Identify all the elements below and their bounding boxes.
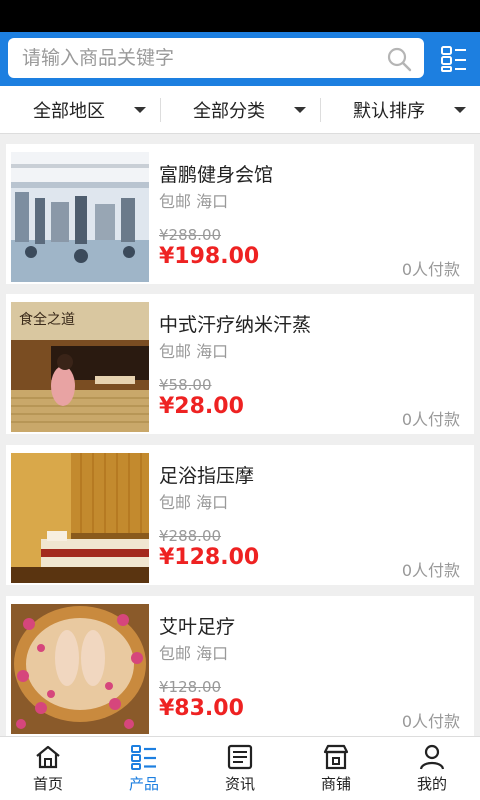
product-list: 富鹏健身会馆 包邮 海口 ¥288.00 ¥198.00 0人付款 食全之道 中… — [0, 140, 480, 736]
product-sales-count: 0人付款 — [401, 410, 460, 429]
product-original-price: ¥288.00 — [159, 226, 222, 244]
nav-home[interactable]: 首页 — [0, 737, 96, 800]
home-icon — [36, 745, 60, 769]
product-card[interactable]: 足浴指压摩 包邮 海口 ¥288.00 ¥128.00 0人付款 — [6, 445, 474, 585]
nav-products[interactable]: 产品 — [96, 737, 192, 800]
search-header — [0, 32, 480, 86]
product-price: ¥83.00 — [159, 696, 244, 721]
product-thumbnail-sauna: 食全之道 — [11, 302, 149, 432]
user-icon — [419, 744, 445, 770]
product-shipping-location: 包邮 海口 — [159, 644, 229, 663]
filter-category-label: 全部分类 — [193, 100, 265, 122]
nav-news[interactable]: 资讯 — [192, 737, 288, 800]
product-price: ¥128.00 — [159, 545, 260, 570]
product-sales-count: 0人付款 — [401, 712, 460, 731]
filter-region[interactable]: 全部地区 — [0, 86, 160, 133]
product-thumbnail-massage-room — [11, 453, 149, 583]
product-original-price: ¥128.00 — [159, 678, 222, 696]
nav-home-label: 首页 — [32, 775, 63, 793]
product-sales-count: 0人付款 — [401, 260, 460, 279]
product-card[interactable]: 食全之道 中式汗疗纳米汗蒸 包邮 海口 ¥58.00 ¥28.00 0人付款 — [6, 294, 474, 434]
nav-profile[interactable]: 我的 — [384, 737, 480, 800]
search-icon[interactable] — [386, 46, 412, 72]
shop-icon — [323, 744, 349, 770]
news-icon — [227, 744, 253, 770]
filter-region-label: 全部地区 — [33, 100, 105, 122]
product-shipping-location: 包邮 海口 — [159, 493, 229, 512]
caret-down-icon — [134, 107, 146, 113]
svg-text:食全之道: 食全之道 — [19, 311, 75, 328]
product-original-price: ¥288.00 — [159, 527, 222, 545]
nav-shop-label: 商铺 — [320, 775, 351, 793]
search-input[interactable] — [8, 38, 378, 78]
product-card[interactable]: 艾叶足疗 包邮 海口 ¥128.00 ¥83.00 0人付款 — [6, 596, 474, 736]
filter-category[interactable]: 全部分类 — [160, 86, 320, 133]
product-title: 富鹏健身会馆 — [159, 164, 274, 186]
product-thumbnail-gym — [11, 152, 149, 282]
product-thumbnail-foot-soak — [11, 604, 149, 734]
bottom-nav: 首页 产品 资讯 商铺 我的 — [0, 736, 480, 800]
product-card[interactable]: 富鹏健身会馆 包邮 海口 ¥288.00 ¥198.00 0人付款 — [6, 144, 474, 284]
filter-sort[interactable]: 默认排序 — [320, 86, 480, 133]
product-original-price: ¥58.00 — [159, 376, 212, 394]
status-bar — [0, 0, 480, 32]
caret-down-icon — [454, 107, 466, 113]
product-shipping-location: 包邮 海口 — [159, 342, 229, 361]
product-price: ¥28.00 — [159, 394, 244, 419]
filter-bar: 全部地区 全部分类 默认排序 — [0, 86, 480, 134]
caret-down-icon — [294, 107, 306, 113]
search-box — [8, 38, 424, 78]
product-list-icon — [131, 745, 156, 770]
nav-shop[interactable]: 商铺 — [288, 737, 384, 800]
product-shipping-location: 包邮 海口 — [159, 192, 229, 211]
category-menu-icon[interactable] — [440, 45, 468, 73]
nav-news-label: 资讯 — [224, 775, 255, 793]
filter-sort-label: 默认排序 — [353, 100, 425, 122]
product-title: 足浴指压摩 — [159, 465, 255, 487]
product-price: ¥198.00 — [159, 244, 260, 269]
nav-profile-label: 我的 — [416, 775, 447, 793]
nav-products-label: 产品 — [128, 775, 159, 793]
product-title: 艾叶足疗 — [159, 616, 236, 638]
product-title: 中式汗疗纳米汗蒸 — [159, 314, 312, 336]
product-sales-count: 0人付款 — [401, 561, 460, 580]
